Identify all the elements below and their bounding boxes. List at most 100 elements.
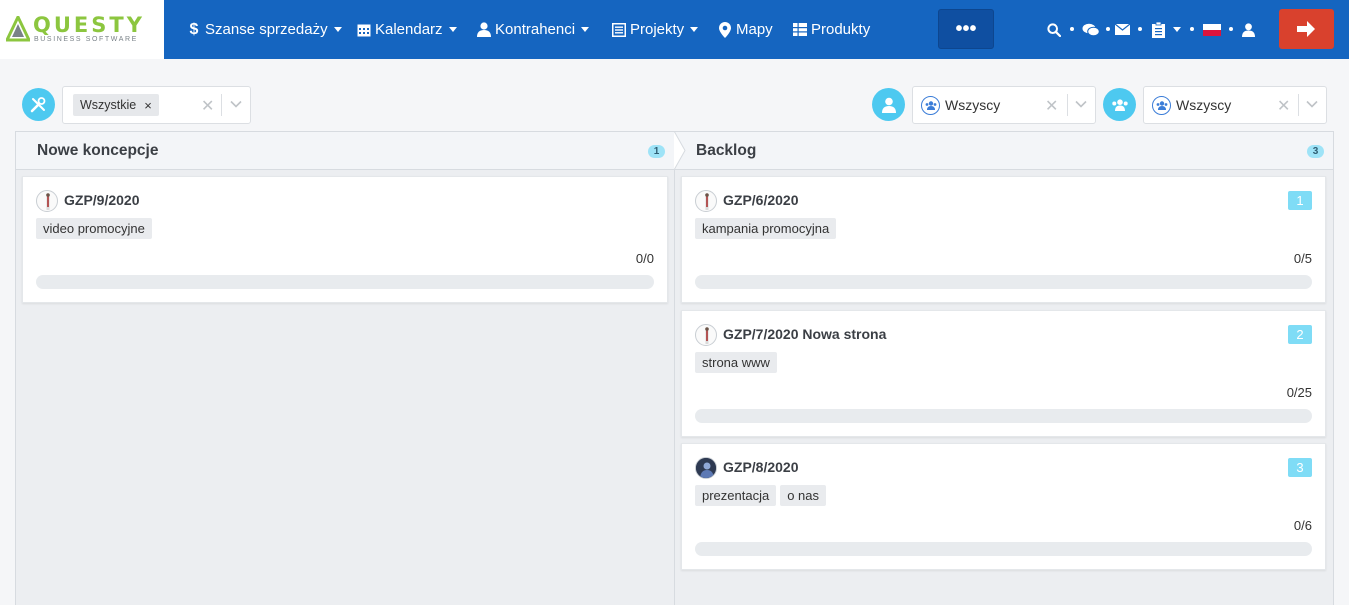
progress-bar <box>36 275 654 289</box>
card-tags: video promocyjne <box>36 218 152 239</box>
tag[interactable]: kampania promocyjna <box>695 218 837 239</box>
task-card[interactable]: GZP/9/2020 video promocyjne 0/0 <box>22 176 668 303</box>
nav-contractors[interactable]: Kontrahenci <box>476 0 590 59</box>
clipboard-icon[interactable] <box>1151 0 1165 59</box>
column-header-new-concepts[interactable]: Nowe koncepcje 1 <box>15 131 675 170</box>
nav-projects[interactable]: Projekty <box>611 0 699 59</box>
column-count-badge: 1 <box>648 145 665 158</box>
envelope-icon[interactable] <box>1114 0 1130 59</box>
divider <box>1067 94 1068 116</box>
chevron-down-icon[interactable] <box>1305 97 1319 111</box>
selected-value: Wszyscy <box>945 97 1001 113</box>
tag[interactable]: o nas <box>780 485 827 506</box>
caret-down-icon[interactable] <box>1170 0 1184 59</box>
caret-down-icon <box>581 27 590 32</box>
tag[interactable]: prezentacja <box>695 485 777 506</box>
nav-maps[interactable]: Mapy <box>717 0 773 59</box>
nav-label: Szanse sprzedaży <box>205 21 328 38</box>
logo-tagline: BUSINESS SOFTWARE <box>34 36 138 43</box>
chevron-down-icon[interactable] <box>1074 97 1088 111</box>
column-arrow-icon <box>674 131 686 170</box>
logo-name: QUESTY <box>33 13 145 37</box>
chip-label: Wszystkie <box>80 98 137 112</box>
column-header-backlog[interactable]: Backlog 3 <box>674 131 1334 170</box>
column-title: Backlog <box>696 141 757 159</box>
nav-label: Mapy <box>736 21 773 38</box>
nav-products[interactable]: Produkty <box>792 0 870 59</box>
card-tags: prezentacja o nas <box>695 485 827 506</box>
card-tags: strona www <box>695 352 777 373</box>
dollar-icon: $ <box>189 20 199 38</box>
sign-out-icon <box>1296 21 1315 37</box>
tools-icon <box>22 88 55 121</box>
remove-chip-icon[interactable]: × <box>144 98 152 113</box>
caret-down-icon <box>333 27 342 32</box>
nav-calendar[interactable]: Kalendarz <box>356 0 457 59</box>
separator-dot <box>1229 27 1233 31</box>
users-icon <box>1152 95 1171 115</box>
user-icon <box>872 88 905 121</box>
user-icon <box>476 22 492 38</box>
logo[interactable]: QUESTY BUSINESS SOFTWARE <box>0 0 164 59</box>
column-title: Nowe koncepcje <box>37 141 159 159</box>
table-icon <box>792 22 808 38</box>
separator-dot <box>1190 27 1194 31</box>
group-filter-select[interactable]: Wszyscy ✕ <box>1143 86 1327 124</box>
nav-label: Kontrahenci <box>495 21 576 38</box>
users-icon <box>921 95 940 115</box>
users-group-icon <box>1103 88 1136 121</box>
column-count-badge: 3 <box>1307 145 1324 158</box>
caret-down-icon <box>690 27 699 32</box>
separator-dot <box>1106 27 1110 31</box>
selected-value: Wszyscy <box>1176 97 1232 113</box>
divider <box>1298 94 1299 116</box>
calendar-icon <box>356 22 372 38</box>
avatar <box>695 190 717 212</box>
nav-label: Produkty <box>811 21 871 38</box>
separator-dot <box>1070 27 1074 31</box>
clear-icon[interactable]: ✕ <box>201 96 214 116</box>
progress-text: 0/0 <box>635 251 654 266</box>
progress-text: 0/25 <box>1286 385 1312 400</box>
task-card[interactable]: GZP/8/2020 3 prezentacja o nas 0/6 <box>681 443 1326 570</box>
nav-sales-opportunities[interactable]: $ Szanse sprzedaży <box>186 0 342 59</box>
list-icon <box>611 22 627 38</box>
avatar <box>36 190 58 212</box>
avatar <box>695 324 717 346</box>
card-number-badge: 3 <box>1288 458 1312 477</box>
clear-icon[interactable]: ✕ <box>1277 96 1290 116</box>
card-title: GZP/7/2020 Nowa strona <box>723 326 887 342</box>
search-icon[interactable] <box>1046 0 1062 59</box>
nav-label: Projekty <box>630 21 685 38</box>
top-navbar: QUESTY BUSINESS SOFTWARE $ Szanse sprzed… <box>0 0 1349 59</box>
progress-bar <box>695 275 1312 289</box>
progress-bar <box>695 409 1312 423</box>
polish-flag-icon[interactable] <box>1202 0 1222 59</box>
map-marker-icon <box>717 21 733 38</box>
caret-down-icon <box>448 27 457 32</box>
logo-mark-icon <box>6 16 30 42</box>
progress-text: 0/5 <box>1293 251 1312 266</box>
separator-dot <box>1138 27 1142 31</box>
category-filter-select[interactable]: Wszystkie × ✕ <box>62 86 251 124</box>
task-card[interactable]: GZP/7/2020 Nowa strona 2 strona www 0/25 <box>681 310 1326 437</box>
tag[interactable]: strona www <box>695 352 777 373</box>
clear-icon[interactable]: ✕ <box>1045 96 1058 116</box>
card-number-badge: 1 <box>1288 191 1312 210</box>
tag[interactable]: video promocyjne <box>36 218 152 239</box>
card-title: GZP/8/2020 <box>723 459 799 475</box>
task-card[interactable]: GZP/6/2020 1 kampania promocyjna 0/5 <box>681 176 1326 303</box>
chevron-down-icon[interactable] <box>229 97 243 111</box>
avatar <box>695 457 717 479</box>
chat-icon[interactable] <box>1081 0 1101 59</box>
card-tags: kampania promocyjna <box>695 218 837 239</box>
card-title: GZP/9/2020 <box>64 192 140 208</box>
divider <box>221 94 222 116</box>
progress-bar <box>695 542 1312 556</box>
category-chip: Wszystkie × <box>73 94 159 116</box>
logout-button[interactable] <box>1279 9 1334 49</box>
user-filter-select[interactable]: Wszyscy ✕ <box>912 86 1096 124</box>
nav-label: Kalendarz <box>375 21 443 38</box>
more-menu-button[interactable]: ••• <box>938 9 994 49</box>
user-profile-icon[interactable] <box>1241 0 1255 59</box>
